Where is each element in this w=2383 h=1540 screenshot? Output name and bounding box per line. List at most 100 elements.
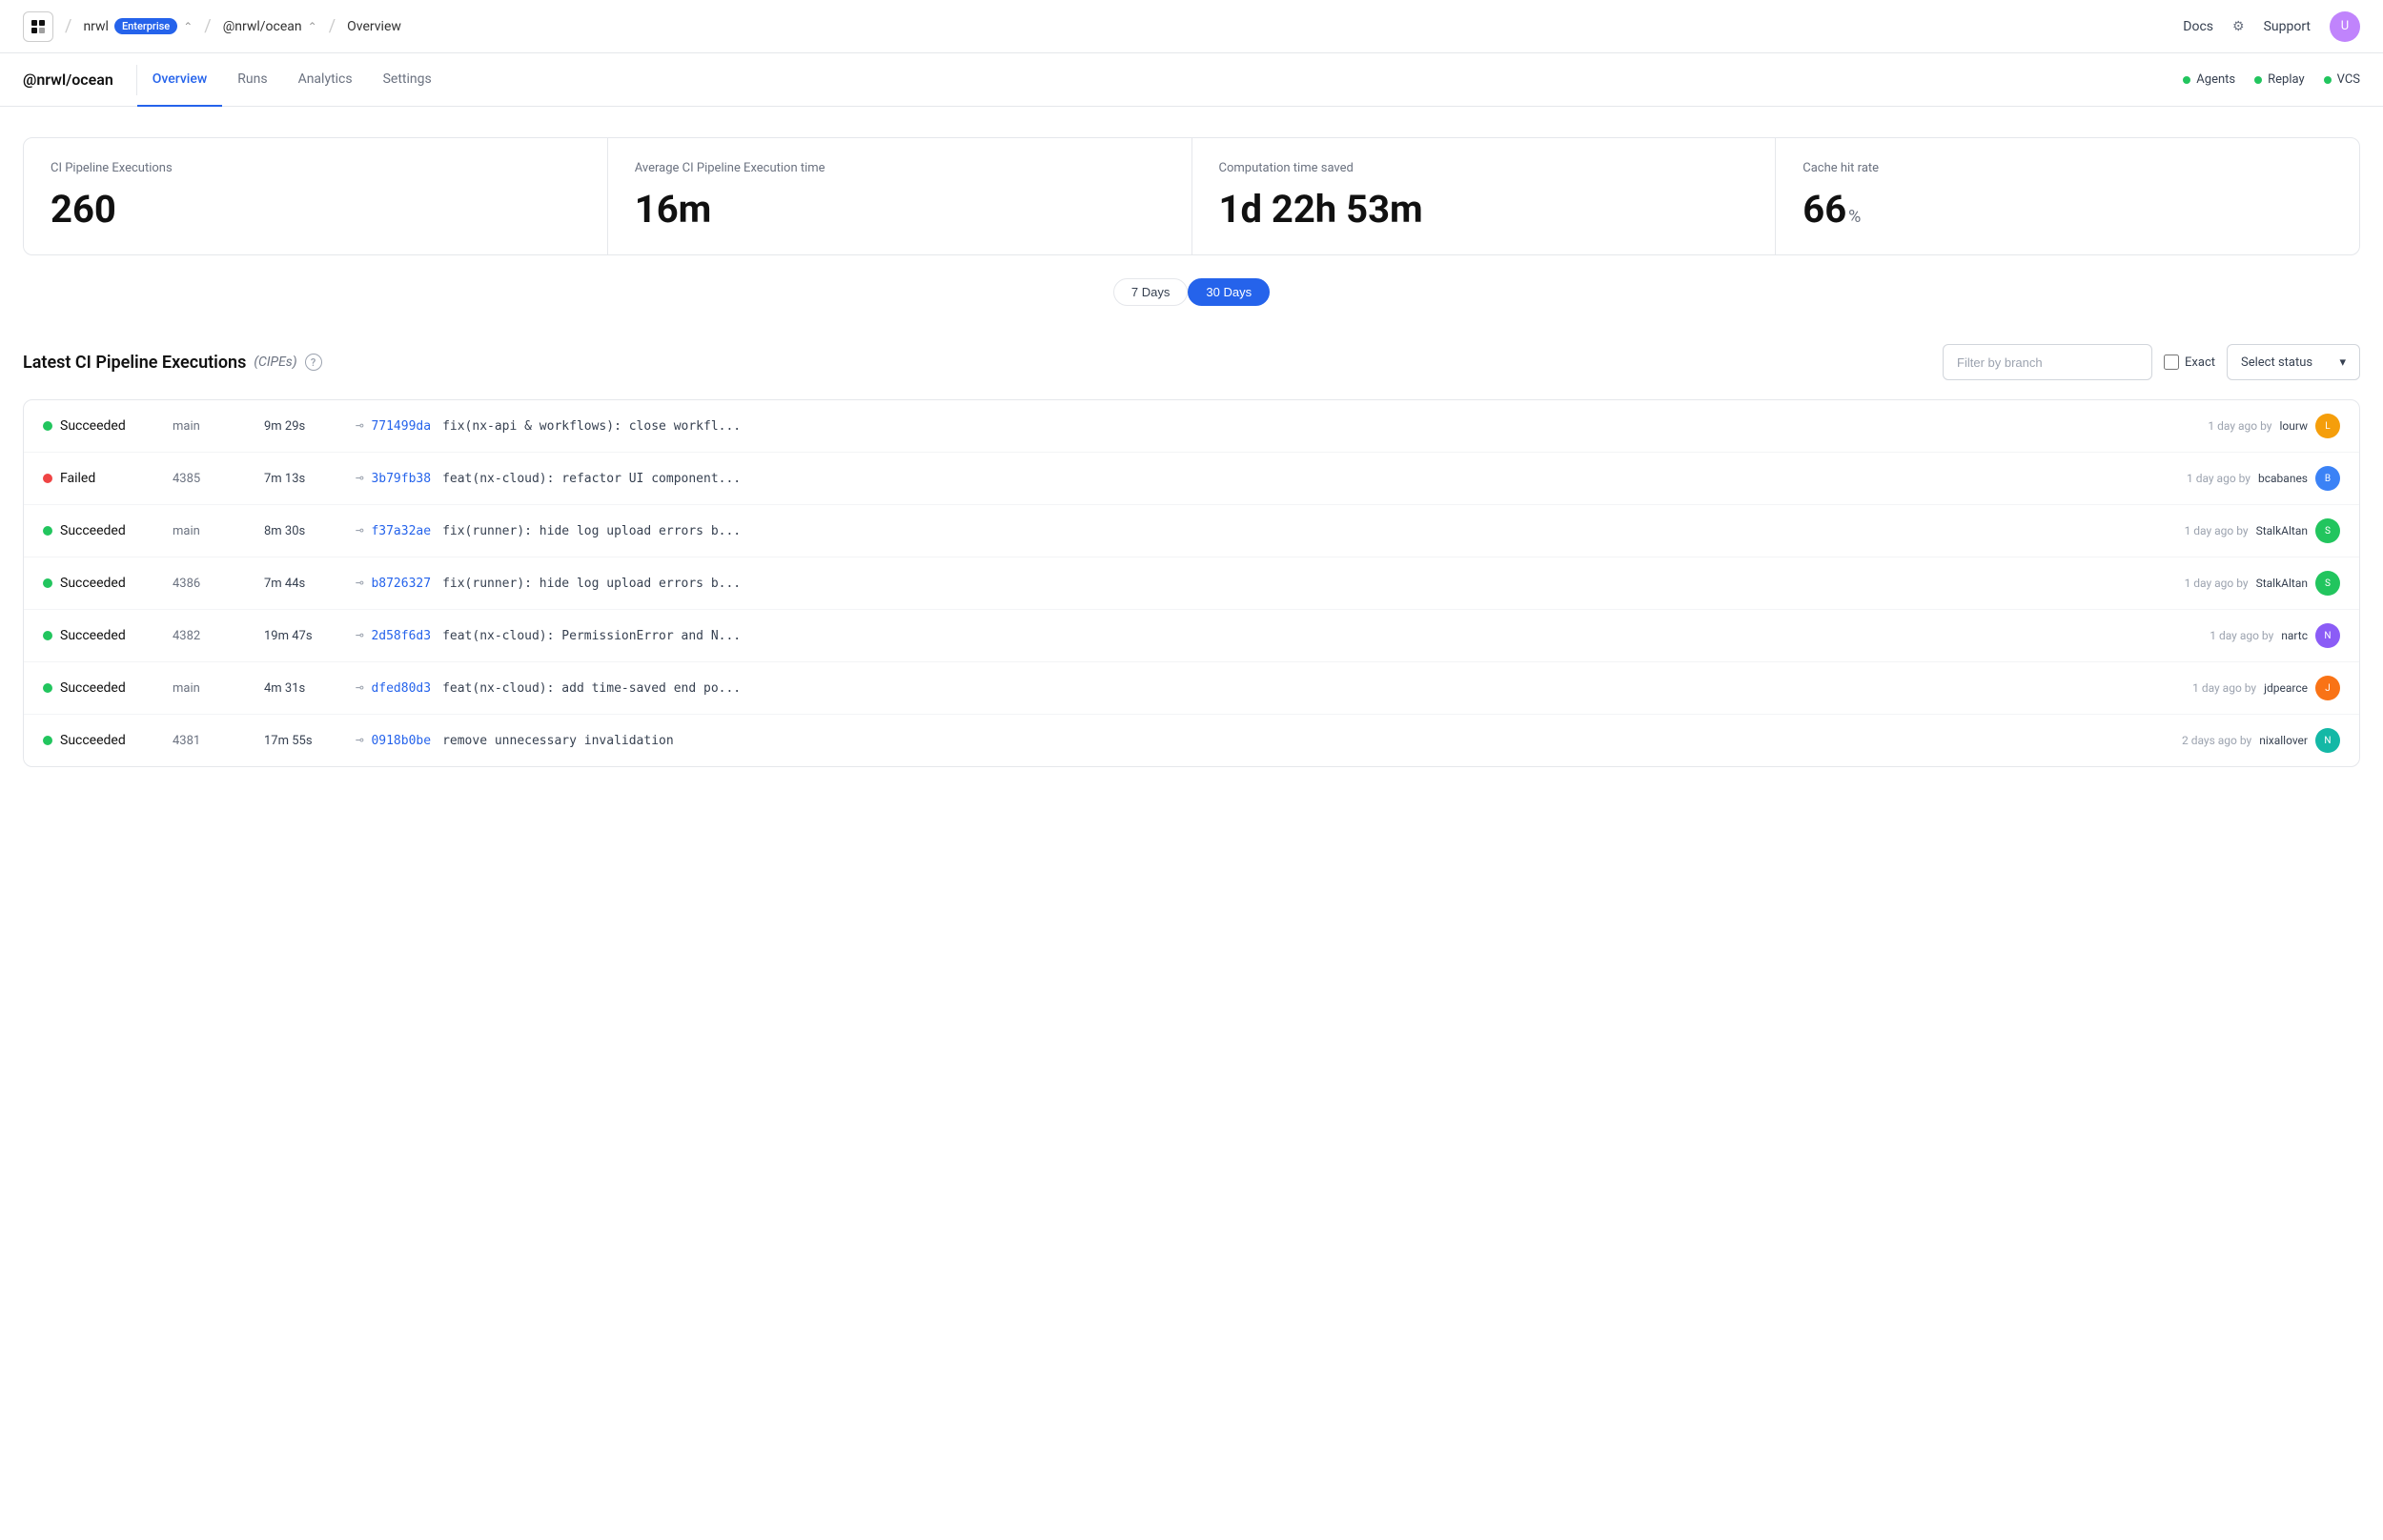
- status-select[interactable]: Select status ▾: [2227, 344, 2360, 380]
- repo-chevron-icon: ⌃: [308, 20, 317, 33]
- exact-label[interactable]: Exact: [2164, 355, 2215, 370]
- pipeline-row[interactable]: Failed 4385 7m 13s ⊸ 3b79fb38 feat(nx-cl…: [24, 453, 2359, 505]
- commit-icon: ⊸: [356, 523, 363, 538]
- branch-name: main: [173, 419, 249, 434]
- stat-executions-label: CI Pipeline Executions: [51, 161, 580, 175]
- stat-cache-hit: Cache hit rate 66%: [1776, 138, 2359, 254]
- commit-icon: ⊸: [356, 680, 363, 696]
- pipeline-list: Succeeded main 9m 29s ⊸ 771499da fix(nx-…: [23, 399, 2360, 767]
- commit-hash: b8726327: [371, 577, 431, 591]
- author-name: StalkAltan: [2256, 524, 2308, 537]
- time-author: 1 day ago by StalkAltan S: [2111, 518, 2340, 543]
- pipeline-title-text: Latest CI Pipeline Executions: [23, 353, 246, 373]
- time-author: 1 day ago by jdpearce J: [2111, 676, 2340, 700]
- branch-name: main: [173, 524, 249, 538]
- duration: 4m 31s: [264, 681, 340, 696]
- branch-filter-input[interactable]: [1943, 344, 2152, 380]
- status-select-label: Select status: [2241, 355, 2312, 370]
- breadcrumb-org[interactable]: nrwl Enterprise ⌃: [83, 18, 193, 34]
- time-ago: 1 day ago by: [2210, 629, 2273, 642]
- time-ago: 1 day ago by: [2208, 419, 2271, 433]
- commit-info: ⊸ 771499da fix(nx-api & workflows): clos…: [356, 418, 2096, 434]
- org-nav: @nrwl/ocean Overview Runs Analytics Sett…: [0, 53, 2383, 107]
- duration: 19m 47s: [264, 629, 340, 643]
- stat-avg-time-label: Average CI Pipeline Execution time: [635, 161, 1165, 175]
- app-logo[interactable]: [23, 11, 53, 42]
- replay-label: Replay: [2268, 72, 2305, 87]
- status-text: Succeeded: [60, 418, 126, 434]
- commit-info: ⊸ f37a32ae fix(runner): hide log upload …: [356, 523, 2096, 538]
- author-name: StalkAltan: [2256, 577, 2308, 590]
- status-indicators: Agents Replay VCS: [2183, 72, 2360, 87]
- info-icon[interactable]: ?: [305, 354, 322, 371]
- status-indicator: Succeeded: [43, 418, 157, 434]
- commit-msg: fix(runner): hide log upload errors b...: [442, 577, 741, 591]
- pipeline-row[interactable]: Succeeded main 9m 29s ⊸ 771499da fix(nx-…: [24, 400, 2359, 453]
- stat-time-saved-label: Computation time saved: [1219, 161, 1749, 175]
- status-indicator: Succeeded: [43, 523, 157, 538]
- breadcrumb-page: Overview: [347, 19, 401, 34]
- status-indicator: Succeeded: [43, 733, 157, 748]
- pipeline-header: Latest CI Pipeline Executions (CIPEs) ? …: [23, 344, 2360, 380]
- status-text: Succeeded: [60, 680, 126, 696]
- top-nav: / nrwl Enterprise ⌃ / @nrwl/ocean ⌃ / Ov…: [0, 0, 2383, 53]
- breadcrumb-sep-2: /: [204, 16, 211, 36]
- pipeline-row[interactable]: Succeeded 4386 7m 44s ⊸ b8726327 fix(run…: [24, 557, 2359, 610]
- support-link[interactable]: Support: [2264, 19, 2311, 34]
- commit-info: ⊸ 0918b0be remove unnecessary invalidati…: [356, 733, 2096, 748]
- commit-msg: feat(nx-cloud): PermissionError and N...: [442, 629, 741, 643]
- time-author: 2 days ago by nixallover N: [2111, 728, 2340, 753]
- breadcrumb-repo[interactable]: @nrwl/ocean ⌃: [223, 19, 317, 34]
- docs-link[interactable]: Docs: [2183, 19, 2213, 34]
- time-ago: 1 day ago by: [2187, 472, 2251, 485]
- days-filter: 7 Days 30 Days: [23, 278, 2360, 306]
- author-avatar: N: [2315, 623, 2340, 648]
- author-name: lourw: [2279, 419, 2308, 433]
- org-chevron-icon: ⌃: [183, 20, 193, 33]
- branch-name: 4382: [173, 629, 249, 643]
- duration: 7m 44s: [264, 577, 340, 591]
- user-avatar[interactable]: U: [2330, 11, 2360, 42]
- settings-icon[interactable]: ⚙: [2232, 19, 2245, 34]
- pipeline-title: Latest CI Pipeline Executions (CIPEs) ?: [23, 353, 322, 373]
- duration: 8m 30s: [264, 524, 340, 538]
- commit-icon: ⊸: [356, 418, 363, 434]
- commit-info: ⊸ dfed80d3 feat(nx-cloud): add time-save…: [356, 680, 2096, 696]
- commit-msg: feat(nx-cloud): refactor UI component...: [442, 472, 741, 486]
- time-ago: 1 day ago by: [2185, 577, 2249, 590]
- tab-runs[interactable]: Runs: [222, 53, 282, 107]
- status-indicator: Succeeded: [43, 628, 157, 643]
- cipes-label: (CIPEs): [254, 355, 296, 370]
- stat-time-saved: Computation time saved 1d 22h 53m: [1192, 138, 1777, 254]
- tab-overview[interactable]: Overview: [137, 53, 222, 107]
- commit-info: ⊸ 2d58f6d3 feat(nx-cloud): PermissionErr…: [356, 628, 2096, 643]
- time-ago: 1 day ago by: [2192, 681, 2256, 695]
- pipeline-row[interactable]: Succeeded 4382 19m 47s ⊸ 2d58f6d3 feat(n…: [24, 610, 2359, 662]
- tab-settings[interactable]: Settings: [368, 53, 447, 107]
- 7-days-button[interactable]: 7 Days: [1113, 278, 1188, 306]
- time-ago: 1 day ago by: [2185, 524, 2249, 537]
- breadcrumb-sep-1: /: [65, 16, 71, 36]
- author-name: nixallover: [2259, 734, 2308, 747]
- author-name: bcabanes: [2258, 472, 2308, 485]
- branch-name: 4381: [173, 734, 249, 748]
- pipeline-row[interactable]: Succeeded main 4m 31s ⊸ dfed80d3 feat(nx…: [24, 662, 2359, 715]
- top-nav-actions: Docs ⚙ Support U: [2183, 11, 2360, 42]
- branch-name: 4386: [173, 577, 249, 591]
- page-label: Overview: [347, 19, 401, 34]
- tab-analytics[interactable]: Analytics: [283, 53, 368, 107]
- exact-checkbox[interactable]: [2164, 355, 2179, 370]
- 30-days-button[interactable]: 30 Days: [1188, 278, 1270, 306]
- stat-cache-hit-label: Cache hit rate: [1803, 161, 2332, 175]
- agents-dot: [2183, 76, 2190, 84]
- org-name: @nrwl/ocean: [23, 71, 113, 89]
- vcs-status: VCS: [2324, 72, 2360, 87]
- pipeline-row[interactable]: Succeeded main 8m 30s ⊸ f37a32ae fix(run…: [24, 505, 2359, 557]
- chevron-down-icon: ▾: [2339, 355, 2346, 370]
- commit-msg: feat(nx-cloud): add time-saved end po...: [442, 681, 741, 696]
- author-name: jdpearce: [2264, 681, 2308, 695]
- commit-info: ⊸ b8726327 fix(runner): hide log upload …: [356, 576, 2096, 591]
- author-avatar: J: [2315, 676, 2340, 700]
- pipeline-row[interactable]: Succeeded 4381 17m 55s ⊸ 0918b0be remove…: [24, 715, 2359, 766]
- time-author: 1 day ago by StalkAltan S: [2111, 571, 2340, 596]
